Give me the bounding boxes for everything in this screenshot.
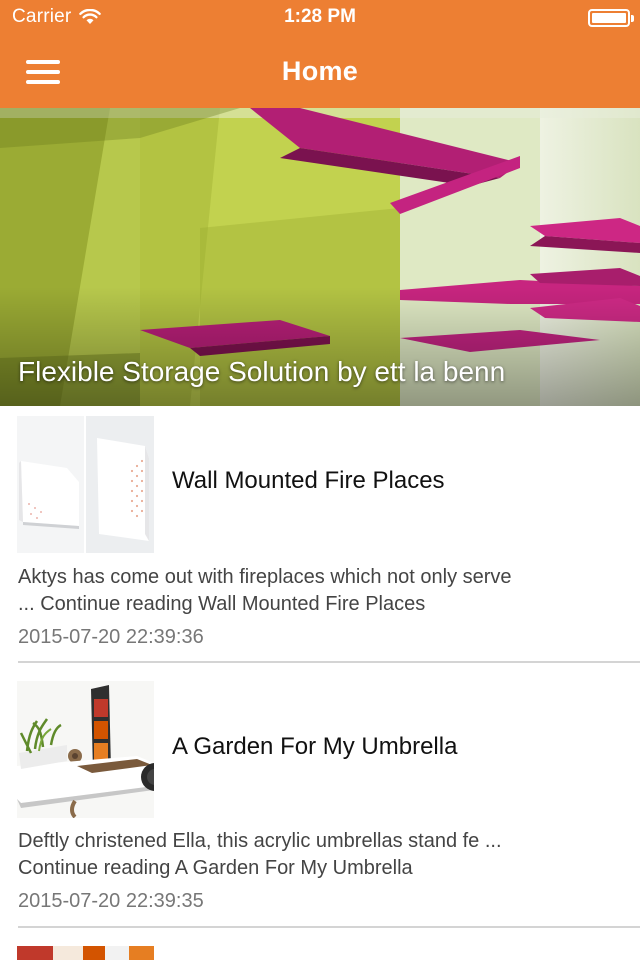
article-date: 2015-07-20 22:39:35 — [18, 890, 204, 912]
status-time: 1:28 PM — [284, 6, 356, 27]
page-title: Home — [281, 56, 359, 86]
article-thumbnail — [17, 946, 154, 960]
status-bar: Carrier 1:28 PM — [0, 0, 640, 40]
navigation-bar: Home — [0, 40, 640, 108]
article-excerpt-line: Aktys has come out with fireplaces which… — [18, 566, 512, 588]
article-title: A Garden For My Umbrella — [172, 733, 458, 760]
article-excerpt: Aktys has come out with fireplaces which… — [18, 564, 628, 618]
article-excerpt: Deftly christened Ella, this acrylic umb… — [18, 828, 628, 882]
article-excerpt-line: ... Continue reading Wall Mounted Fire P… — [18, 593, 426, 615]
article-title: Wall Mounted Fire Places — [172, 467, 445, 494]
list-item[interactable] — [0, 928, 640, 960]
article-date: 2015-07-20 22:39:36 — [18, 626, 204, 648]
article-excerpt-line: Continue reading A Garden For My Umbrell… — [18, 857, 413, 879]
article-thumbnail — [17, 416, 154, 553]
featured-title: Flexible Storage Solution by ett la benn — [18, 356, 506, 387]
list-item[interactable]: Wall Mounted Fire Places Aktys has come … — [0, 406, 640, 662]
article-excerpt-line: Deftly christened Ella, this acrylic umb… — [18, 830, 502, 852]
list-item[interactable]: A Garden For My Umbrella Deftly christen… — [0, 663, 640, 927]
article-thumbnail — [17, 681, 154, 818]
battery-icon — [588, 9, 634, 27]
featured-article[interactable]: Flexible Storage Solution by ett la benn — [0, 108, 640, 406]
